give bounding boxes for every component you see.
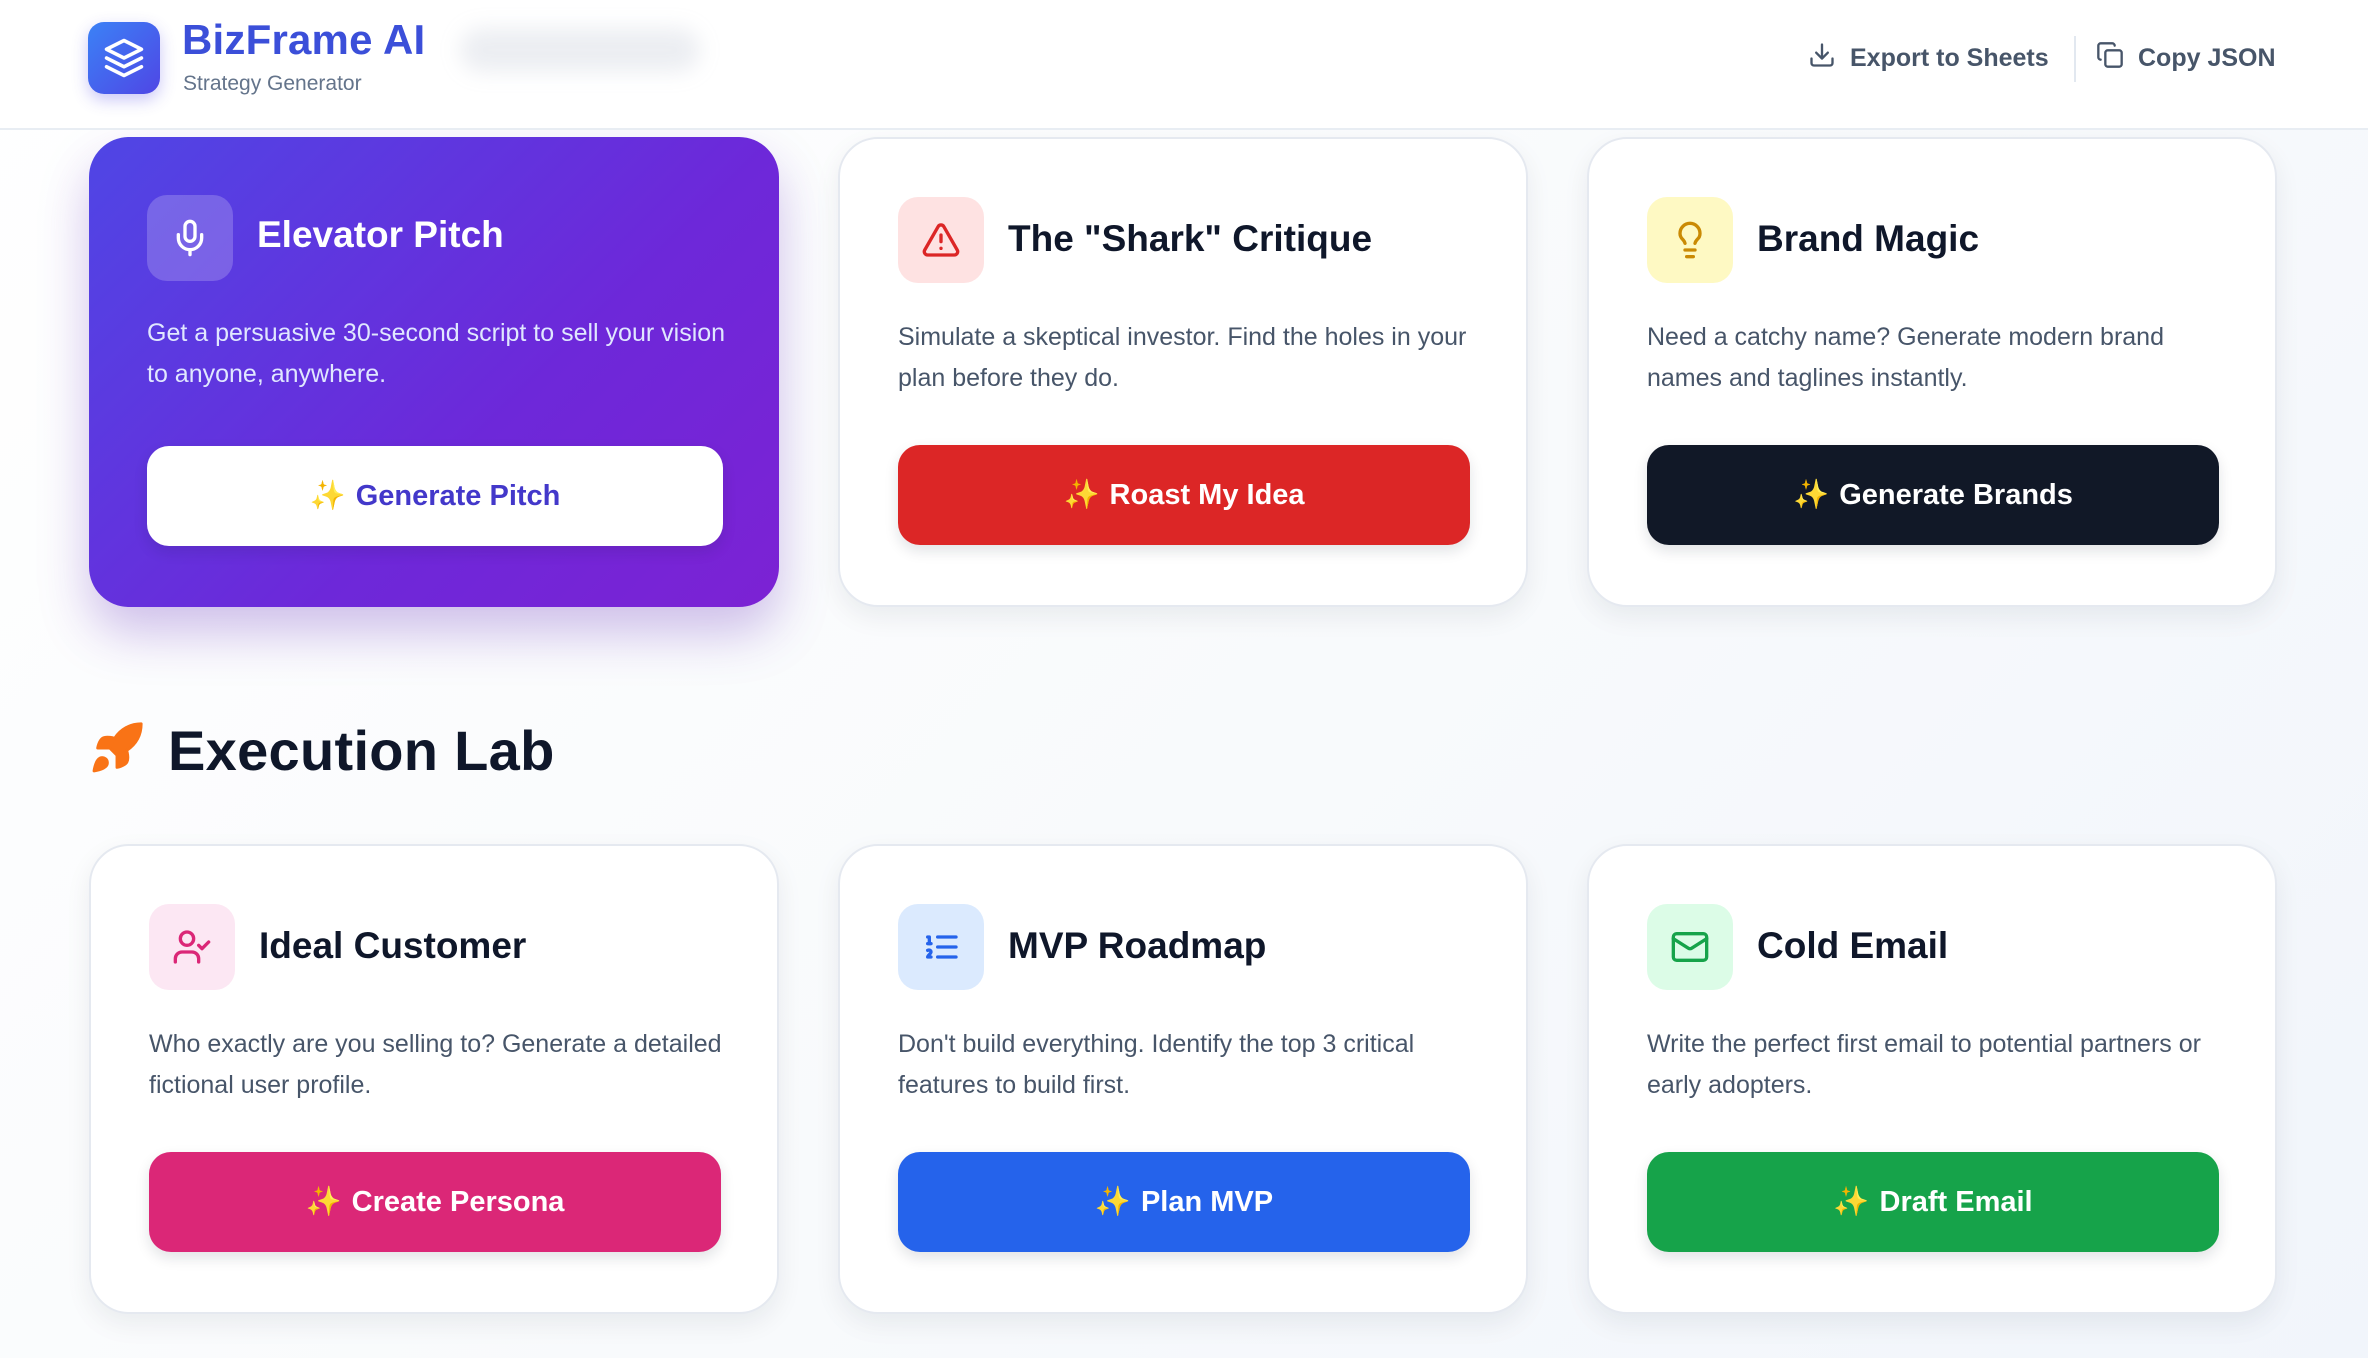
card-description: Get a persuasive 30-second script to sel… <box>147 319 726 388</box>
button-label: Roast My Idea <box>1109 478 1305 511</box>
copy-json-button[interactable]: Copy JSON <box>2096 36 2276 80</box>
section-title: Execution Lab <box>168 719 555 782</box>
export-to-sheets-button[interactable]: Export to Sheets <box>1808 36 2049 80</box>
card-brand-magic: Brand Magic Need a catchy name? Generate… <box>1587 137 2277 607</box>
card-title: Elevator Pitch <box>257 214 504 255</box>
button-label: Draft Email <box>1879 1185 2033 1218</box>
layers-logo-icon <box>88 22 160 94</box>
card-title: The "Shark" Critique <box>1008 218 1373 259</box>
sparkles-icon: ✨ <box>1063 479 1100 511</box>
card-description: Write the perfect first email to potenti… <box>1647 1030 2201 1099</box>
rocket-icon <box>88 719 146 782</box>
draft-email-button[interactable]: ✨ Draft Email <box>1647 1152 2219 1252</box>
card-elevator-pitch: Elevator Pitch Get a persuasive 30-secon… <box>89 137 779 607</box>
sparkles-icon: ✨ <box>1094 1186 1131 1218</box>
user-check-icon <box>149 904 235 990</box>
sparkles-icon: ✨ <box>1833 1186 1870 1218</box>
app-title: BizFrame AI <box>182 16 426 63</box>
card-title: Cold Email <box>1757 925 1949 966</box>
button-label: Plan MVP <box>1140 1185 1274 1218</box>
roast-my-idea-button[interactable]: ✨ Roast My Idea <box>898 445 1470 545</box>
button-label: Generate Pitch <box>355 479 561 512</box>
sparkles-icon: ✨ <box>1793 479 1830 511</box>
card-title: Brand Magic <box>1757 218 1980 259</box>
button-label: Create Persona <box>351 1185 565 1218</box>
sparkles-icon: ✨ <box>305 1186 342 1218</box>
card-ideal-customer: Ideal Customer Who exactly are you selli… <box>89 844 779 1314</box>
card-title: MVP Roadmap <box>1008 925 1267 966</box>
header-divider <box>2074 36 2076 82</box>
copy-label: Copy JSON <box>2138 43 2276 72</box>
card-title: Ideal Customer <box>259 925 527 966</box>
blurred-decoration <box>460 28 700 72</box>
app-header: BizFrame AI Strategy Generator Export to… <box>0 0 2368 130</box>
download-icon <box>1808 41 1836 76</box>
sparkles-icon: ✨ <box>309 480 346 512</box>
mail-icon <box>1647 904 1733 990</box>
card-mvp-roadmap: MVP Roadmap Don't build everything. Iden… <box>838 844 1528 1314</box>
button-label: Generate Brands <box>1839 478 2073 511</box>
card-description: Who exactly are you selling to? Generate… <box>149 1030 722 1099</box>
export-label: Export to Sheets <box>1850 43 2049 72</box>
copy-icon <box>2096 41 2124 76</box>
card-cold-email: Cold Email Write the perfect first email… <box>1587 844 2277 1314</box>
card-description: Don't build everything. Identify the top… <box>898 1030 1415 1099</box>
generate-pitch-button[interactable]: ✨ Generate Pitch <box>147 446 723 546</box>
card-description: Simulate a skeptical investor. Find the … <box>898 323 1467 392</box>
app-subtitle: Strategy Generator <box>183 72 362 95</box>
lightbulb-icon <box>1647 197 1733 283</box>
list-ordered-icon <box>898 904 984 990</box>
microphone-icon <box>147 195 233 281</box>
section-heading-execution-lab: Execution Lab <box>88 718 555 783</box>
card-shark-critique: The "Shark" Critique Simulate a skeptica… <box>838 137 1528 607</box>
generate-brands-button[interactable]: ✨ Generate Brands <box>1647 445 2219 545</box>
card-description: Need a catchy name? Generate modern bran… <box>1647 323 2164 392</box>
warning-triangle-icon <box>898 197 984 283</box>
plan-mvp-button[interactable]: ✨ Plan MVP <box>898 1152 1470 1252</box>
create-persona-button[interactable]: ✨ Create Persona <box>149 1152 721 1252</box>
